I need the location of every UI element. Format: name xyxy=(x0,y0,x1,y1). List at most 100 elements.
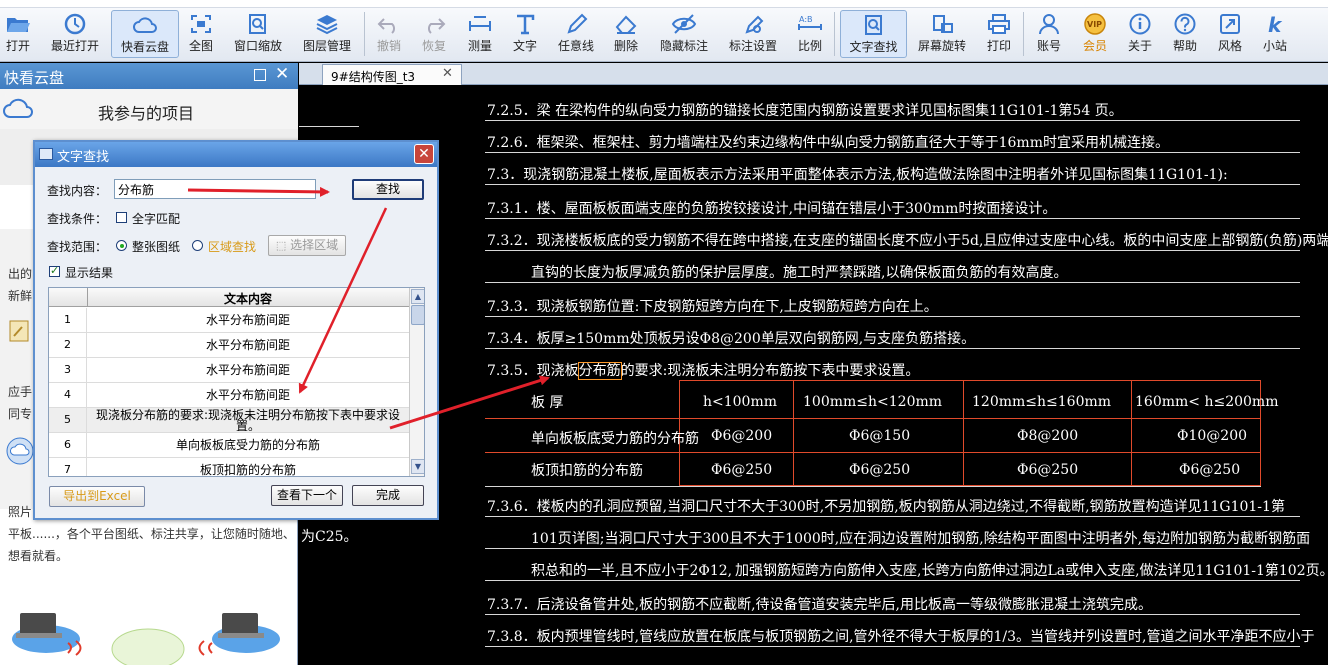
account-button[interactable]: 账号 xyxy=(1032,10,1066,58)
drawing-canvas[interactable]: 为C25。 7.2.5．梁 在梁构件的纵向受力钢筋的锚接长度范围内钢筋设置要求详… xyxy=(299,86,1328,665)
main-toolbar: 打开 最近打开 快看云盘 全图 窗口缩放 图层管理 撤销 恢复 测量 文字 任意… xyxy=(0,0,1328,62)
drawing-rule xyxy=(485,614,1300,615)
site-button[interactable]: k 小站 xyxy=(1258,10,1292,58)
next-result-button[interactable]: 查看下一个 xyxy=(271,485,343,506)
show-results-checkbox[interactable] xyxy=(49,264,60,277)
table-cell: 板顶扣筋的分布筋 xyxy=(531,463,643,479)
close-icon[interactable]: ✕ xyxy=(275,64,289,84)
done-button[interactable]: 完成 xyxy=(352,485,424,506)
expand-style-icon xyxy=(1220,14,1240,34)
tab-drawing[interactable]: 9#结构传图_t3 ✕ xyxy=(322,64,462,85)
result-row[interactable]: 1 水平分布筋间距 xyxy=(49,308,409,333)
fullview-button[interactable]: 全图 xyxy=(184,10,218,58)
clock-history-icon xyxy=(64,13,86,35)
tab-close-icon[interactable]: ✕ xyxy=(442,66,453,81)
drawing-line-735: 7.3.5．现浇板分布筋的要求:现浇板未注明分布筋按下表中要求设置。 xyxy=(487,362,920,380)
help-button[interactable]: 帮助 xyxy=(1168,10,1202,58)
drawing-line: 7.3．现浇钢筋混凝土楼板,屋面板表示方法采用平面整体表示方法,板构造做法除图中… xyxy=(487,167,1228,183)
drawing-rule xyxy=(485,120,1300,121)
drawing-rule xyxy=(299,126,359,127)
drawing-line: 7.3.4．板厚≥150mm处顶板另设Φ8@200单层双向钢筋网,与支座负筋搭接… xyxy=(487,331,976,347)
markup-settings-button[interactable]: 标注设置 xyxy=(727,10,779,58)
table-header-cell: 160mm< h≤200mm xyxy=(1135,394,1279,410)
style-button[interactable]: 风格 xyxy=(1213,10,1247,58)
about-button[interactable]: 关于 xyxy=(1123,10,1157,58)
drawing-side-text: 为C25。 xyxy=(301,529,358,545)
delete-button[interactable]: 删除 xyxy=(610,10,642,58)
user-icon xyxy=(1039,14,1059,35)
results-scrollbar[interactable]: ▲ ▼ xyxy=(409,288,424,476)
drawing-rule xyxy=(485,282,1300,283)
search-input[interactable] xyxy=(114,179,316,199)
zoom-window-icon xyxy=(249,14,266,34)
region-find-radio[interactable] xyxy=(192,240,203,251)
dialog-titlebar[interactable]: 文字查找 ✕ xyxy=(35,142,437,167)
site-k-logo-icon: k xyxy=(1268,13,1283,35)
pen-icon xyxy=(567,13,588,34)
result-row[interactable]: 6 单向板板底受力筋的分布筋 xyxy=(49,433,409,458)
drawing-line: 7.2.5．梁 在梁构件的纵向受力钢筋的锚接长度范围内钢筋设置要求详见国标图集1… xyxy=(487,103,1123,119)
whole-drawing-radio[interactable] xyxy=(116,240,127,251)
text-button[interactable]: 文字 xyxy=(508,10,542,58)
help-question-icon xyxy=(1174,13,1196,35)
drawing-rule xyxy=(485,218,1300,219)
vip-button[interactable]: VIP 会员 xyxy=(1078,10,1112,58)
find-button[interactable]: 查找 xyxy=(352,179,424,200)
table-header-cell: 板 厚 xyxy=(531,395,564,411)
table-col-rule xyxy=(793,380,794,486)
result-row-selected[interactable]: 5 现浇板分布筋的要求:现浇板未注明分布筋按下表中要求设置。 xyxy=(49,408,409,433)
drawing-line: 加强钢筋短跨方向筋伸入支座,长跨方向筋伸过洞边La或伸入支座,做法详见11G10… xyxy=(735,563,1328,579)
rotate-button[interactable]: 屏幕旋转 xyxy=(914,10,970,58)
recent-button[interactable]: 最近打开 xyxy=(48,10,102,58)
drawing-line: 7.3.1．楼、屋面板板面端支座的负筋按铰接设计,中间锚在错层小于300mm时按… xyxy=(487,201,1057,217)
panel-title: 快看云盘 xyxy=(4,69,65,87)
svg-text:A:B: A:B xyxy=(799,15,813,24)
table-header-cell: 100mm≤h<120mm xyxy=(803,394,943,410)
export-excel-button[interactable]: 导出到Excel xyxy=(49,486,145,507)
svg-text:VIP: VIP xyxy=(1087,20,1102,29)
fit-screen-icon xyxy=(191,15,211,33)
edit-note-icon xyxy=(9,320,29,342)
scale-ab-icon: A:B xyxy=(798,15,822,30)
result-row[interactable]: 2 水平分布筋间距 xyxy=(49,333,409,358)
search-hit-highlight: 分布筋 xyxy=(577,362,622,380)
scale-button[interactable]: A:B 比例 xyxy=(794,10,826,58)
table-cell: Φ6@200 xyxy=(711,428,773,444)
drawing-rule xyxy=(485,580,1300,581)
scroll-thumb[interactable] xyxy=(411,305,424,325)
cloud-button[interactable]: 快看云盘 xyxy=(111,10,179,58)
drawing-rule xyxy=(485,316,1300,317)
restore-icon[interactable] xyxy=(254,69,266,81)
result-row[interactable]: 3 水平分布筋间距 xyxy=(49,358,409,383)
table-cell: Φ6@250 xyxy=(1017,462,1079,478)
redo-icon xyxy=(428,18,446,34)
scroll-up-icon[interactable]: ▲ xyxy=(411,289,424,304)
drawing-rule xyxy=(485,348,1300,349)
result-row[interactable]: 4 水平分布筋间距 xyxy=(49,383,409,408)
drawing-rule xyxy=(485,548,1300,549)
scroll-down-icon[interactable]: ▼ xyxy=(411,459,424,474)
condition-label: 查找条件： xyxy=(47,212,108,226)
measure-button[interactable]: 测量 xyxy=(463,10,497,58)
drawing-line: 积总和的一半,且不应小于2Φ12, xyxy=(531,563,733,579)
my-projects-item[interactable]: 我参与的项目 xyxy=(0,89,298,129)
table-col-rule xyxy=(1131,380,1132,486)
dialog-close-button[interactable]: ✕ xyxy=(414,144,434,164)
print-button[interactable]: 打印 xyxy=(982,10,1016,58)
whole-match-checkbox[interactable] xyxy=(116,212,127,223)
table-rule xyxy=(485,486,1261,487)
hide-markup-button[interactable]: 隐藏标注 xyxy=(657,10,711,58)
select-region-button[interactable]: ⬚ 选择区域 xyxy=(268,235,346,256)
layer-mgmt-button[interactable]: 图层管理 xyxy=(301,10,353,58)
show-results-label: 显示结果 xyxy=(65,266,114,280)
redo-button[interactable]: 恢复 xyxy=(418,10,450,58)
text-find-button[interactable]: 文字查找 xyxy=(840,10,907,58)
result-row[interactable]: 7 板顶扣筋的分布筋 xyxy=(49,458,409,476)
open-button[interactable]: 打开 xyxy=(2,10,34,58)
freeline-button[interactable]: 任意线 xyxy=(556,10,596,58)
results-table-header: 文本内容 xyxy=(49,288,409,307)
undo-button[interactable]: 撤销 xyxy=(373,10,405,58)
rotate-screen-icon xyxy=(933,15,953,33)
window-zoom-button[interactable]: 窗口缩放 xyxy=(231,10,285,58)
layers-icon xyxy=(316,15,338,35)
